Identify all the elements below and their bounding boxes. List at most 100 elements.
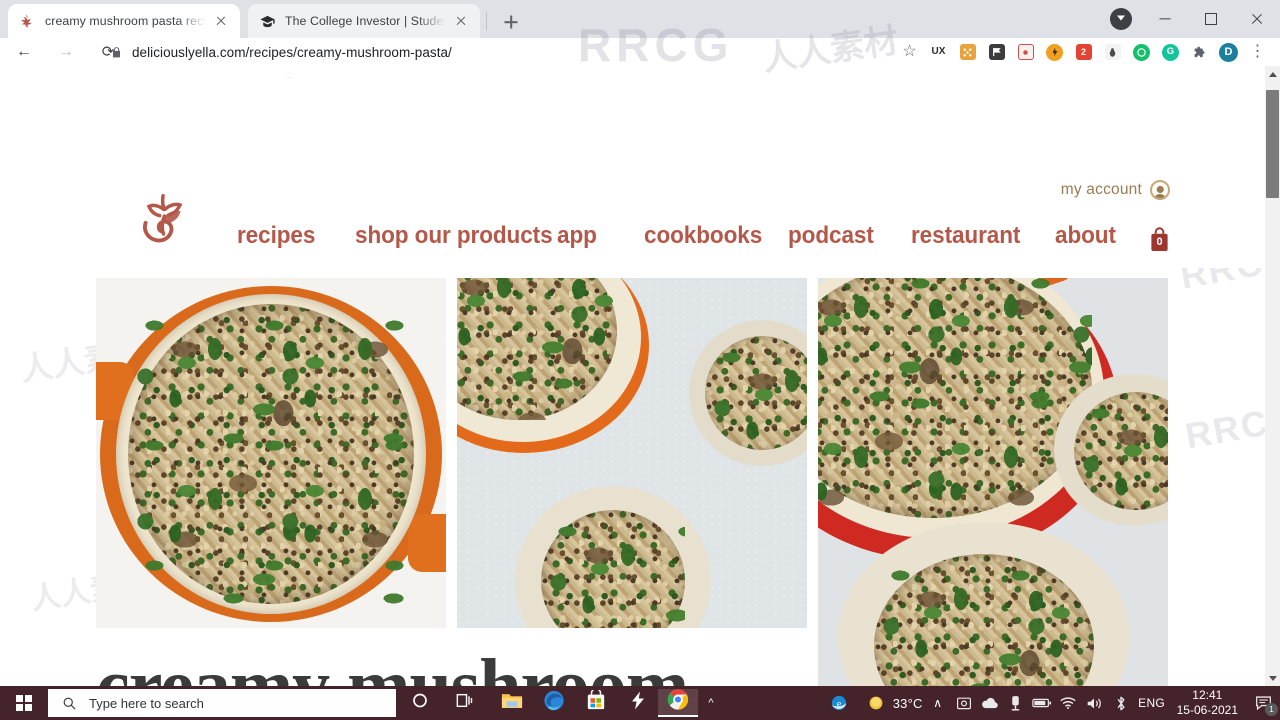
orange-grid-extension[interactable] [953,40,982,64]
usb-device-icon[interactable] [1003,686,1029,720]
puzzle-extensions-icon[interactable] [1185,40,1214,64]
nav-item-app[interactable]: app [557,223,597,249]
back-arrow-icon: ← [16,43,32,60]
scroll-up-arrow[interactable] [1265,66,1280,81]
recipe-title: creamy mushroom [96,644,689,686]
browser-tab-active[interactable]: creamy mushroom pasta recipe [8,4,240,38]
clock-time: 12:41 [1192,688,1223,703]
google-chrome-icon[interactable] [658,689,698,717]
tab-separator [486,12,487,30]
download-chevron-icon[interactable] [1110,8,1132,30]
lightning-app-icon[interactable] [618,689,658,717]
page-scrollbar[interactable] [1265,66,1280,686]
hidden-icons-chevron[interactable]: ∧ [925,686,951,720]
capture-glyph [1017,44,1034,60]
profile-initial: D [1219,42,1238,62]
grammar-bug-extension[interactable] [1098,40,1127,64]
padlock-icon [110,46,123,59]
pasta-food [1074,392,1168,510]
honey-extension[interactable] [1040,40,1069,64]
cart-item-count: 0 [1156,236,1163,248]
pasta-food [541,510,685,628]
chrome-menu-icon[interactable]: ⋮ [1243,40,1272,64]
bluetooth-icon[interactable] [1107,686,1135,720]
pasta-food [818,278,1092,518]
nav-item-about[interactable]: about [1055,223,1116,249]
maximize-button[interactable] [1188,0,1234,38]
taskbar-search-input[interactable]: Type here to search [48,689,396,717]
hero-image-2[interactable] [457,278,807,628]
wifi-icon[interactable] [1055,686,1081,720]
todoist-extension[interactable]: 2 [1069,40,1098,64]
ux-check-extension[interactable]: UX [924,40,953,64]
taskbar-overflow-up-icon[interactable]: ^ [700,689,722,717]
internet-explorer-icon[interactable]: e [821,686,857,720]
windows-start-button[interactable] [0,686,48,720]
hero-image-1[interactable] [96,278,446,628]
window-controls [1142,0,1280,38]
my-account-link[interactable]: my account [1061,180,1170,200]
main-navigation: recipes shop our products app cookbooks … [237,223,1265,266]
herb-leaves [1074,392,1168,510]
svg-text:e: e [837,699,842,710]
back-button[interactable]: ← [6,38,42,66]
star-glyph: ☆ [902,43,917,60]
volume-icon[interactable] [1081,686,1107,720]
address-bar[interactable]: deliciouslyella.com/recipes/creamy-mushr… [110,40,840,64]
hero-banner-sliver [0,66,1265,78]
bookmark-star-icon[interactable]: ☆ [895,40,924,64]
nav-item-podcast[interactable]: podcast [788,223,874,249]
loom-extension[interactable] [1127,40,1156,64]
weather-temperature: 33°C [892,695,923,711]
microsoft-store-icon[interactable] [576,688,616,717]
nav-item-cookbooks[interactable]: cookbooks [644,223,762,249]
grammarly-extension[interactable]: G [1156,40,1185,64]
language-code: ENG [1138,696,1166,710]
grid-glyph [959,44,976,60]
nav-item-recipes[interactable]: recipes [237,223,315,249]
onedrive-icon[interactable] [977,686,1003,720]
graduation-cap-icon [259,13,276,30]
windows-start-icon [16,695,32,711]
weather-widget[interactable]: 33°C [857,686,925,720]
taskbar-clock[interactable]: 12:41 15-06-2021 [1169,688,1246,717]
task-view-icon[interactable] [444,689,484,717]
shopping-bag-icon[interactable]: 0 [1149,227,1170,253]
kebab-glyph: ⋮ [1249,43,1266,60]
nav-item-restaurant[interactable]: restaurant [911,223,1020,249]
forward-button[interactable]: → [48,38,84,66]
nav-item-shop[interactable]: shop our products [355,223,553,249]
action-center-icon[interactable]: 1 [1246,686,1280,720]
scrollbar-thumb[interactable] [1266,90,1279,198]
close-tab-icon[interactable] [450,10,472,32]
close-tab-icon[interactable] [210,10,232,32]
notification-count: 1 [1265,703,1278,716]
minimize-button[interactable] [1142,0,1188,38]
scroll-down-arrow[interactable] [1265,671,1280,686]
user-avatar-icon [1150,180,1170,200]
chrome-browser-window: creamy mushroom pasta recipe The College… [0,0,1280,686]
language-indicator[interactable]: ENG [1135,686,1169,720]
browser-tab-inactive[interactable]: The College Investor | Student Lo [248,4,480,38]
pasta-food [128,304,414,604]
deliciously-ella-leaf-logo[interactable] [133,188,195,250]
herb-leaves [818,278,1092,518]
file-explorer-icon[interactable] [492,689,532,717]
herb-leaves [541,510,685,628]
print-screen-icon[interactable] [951,686,977,720]
ux-glyph: UX [931,46,946,57]
pasta-food [705,336,807,450]
dark-flag-extension[interactable] [982,40,1011,64]
hero-image-3[interactable] [818,278,1168,686]
close-window-button[interactable] [1234,0,1280,38]
cortana-icon[interactable] [400,689,440,717]
herb-leaves [457,278,617,420]
puzzle-piece-glyph [1194,46,1205,57]
profile-avatar[interactable]: D [1214,40,1243,64]
new-tab-button[interactable] [497,8,525,36]
microsoft-edge-icon[interactable] [534,689,574,717]
battery-icon[interactable] [1029,686,1055,720]
pasta-food [457,278,617,420]
screenshot-capture-extension[interactable] [1011,40,1040,64]
my-account-label: my account [1060,181,1142,198]
